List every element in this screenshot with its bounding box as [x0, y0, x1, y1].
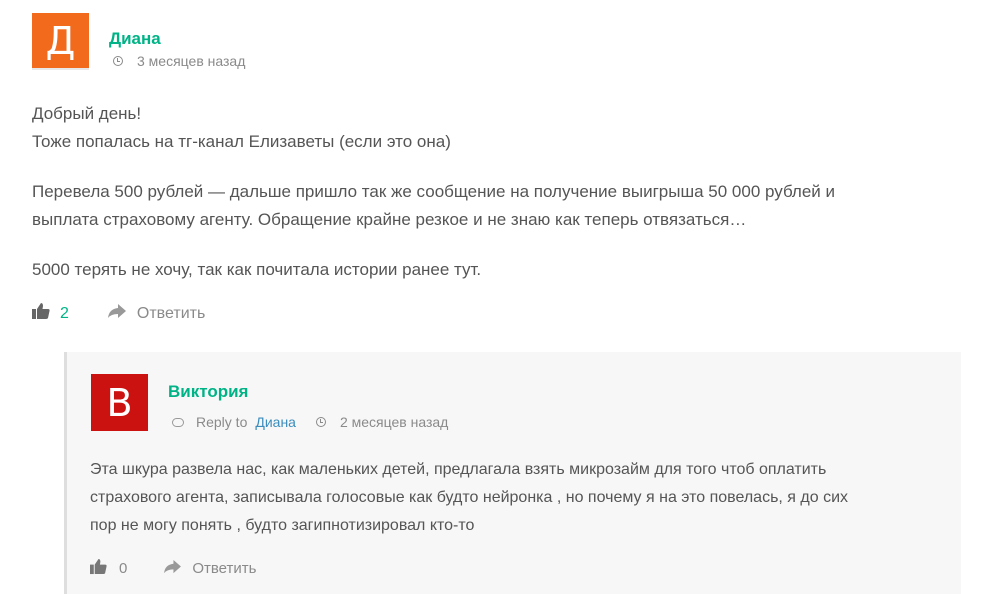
comment-body: Добрый день! Тоже попалась на тг-канал Е…: [32, 100, 952, 284]
comment-paragraph-1: Добрый день!: [32, 104, 142, 123]
comment-time[interactable]: 3 месяцев назад: [137, 53, 245, 69]
reply-line-3: пор не могу понять , будто загипнотизиро…: [90, 517, 475, 534]
comment-actions: 2 Ответить: [32, 302, 205, 325]
reply-line-1: Эта шкура развела нас, как маленьких дет…: [90, 461, 827, 478]
reply-actions: 0 Ответить: [90, 558, 256, 579]
clock-icon: [315, 417, 326, 427]
avatar-viktoria: В: [91, 374, 148, 431]
reply-arrow-icon: [107, 303, 127, 324]
reply-arrow-icon: [163, 559, 182, 578]
thumbs-up-icon[interactable]: [32, 302, 50, 325]
comment-paragraph-3: Перевела 500 рублей — дальше пришло так …: [32, 182, 836, 201]
comment-paragraph-2: Тоже попалась на тг-канал Елизаветы (есл…: [32, 132, 451, 151]
reply-body: Эта шкура развела нас, как маленьких дет…: [90, 456, 950, 540]
comment-paragraph-4: выплата страховому агенту. Обращение кра…: [32, 210, 747, 229]
comment-author[interactable]: Диана: [109, 29, 161, 49]
reply-meta: Reply to Диана 2 месяцев назад: [172, 414, 448, 430]
avatar-letter: В: [106, 380, 133, 425]
like-count: 2: [60, 304, 69, 322]
thumbs-up-icon[interactable]: [90, 558, 107, 579]
reply-to-link[interactable]: Диана: [255, 414, 296, 430]
clock-icon: [113, 56, 123, 66]
reply-time[interactable]: 2 месяцев назад: [340, 414, 448, 430]
reply-to-prefix: Reply to: [196, 414, 248, 430]
reply-label: Ответить: [136, 304, 206, 322]
reply-reply-button[interactable]: Ответить: [163, 559, 256, 578]
reply-author[interactable]: Виктория: [168, 382, 248, 402]
avatar-letter: Д: [45, 18, 76, 63]
reply-line-2: страхового агента, записывала голосовые …: [90, 489, 849, 506]
reply-button[interactable]: Ответить: [107, 303, 205, 324]
comment-paragraph-5: 5000 терять не хочу, так как почитала ис…: [32, 260, 482, 279]
chat-bubble-icon: [172, 417, 184, 427]
avatar-diana: Д: [32, 13, 89, 70]
comment-meta: 3 месяцев назад: [113, 53, 245, 69]
reply-like-count: 0: [119, 560, 128, 577]
reply-reply-label: Ответить: [192, 560, 257, 577]
